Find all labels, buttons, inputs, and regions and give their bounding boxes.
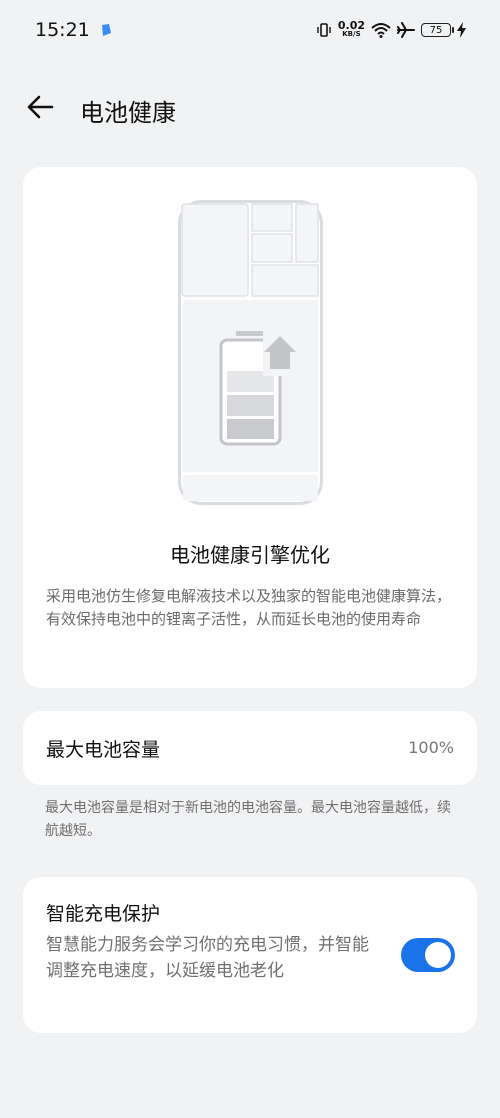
battery-level: 75 xyxy=(429,24,443,36)
airplane-icon xyxy=(397,22,415,38)
status-icons: 0.02 KB/S 75 xyxy=(316,18,466,42)
smart-charging-title: 智能充电保护 xyxy=(46,903,161,925)
max-capacity-value: 100% xyxy=(408,738,454,757)
charging-bolt-icon xyxy=(457,22,466,38)
smart-charging-card: 智能充电保护 智慧能力服务会学习你的充电习惯，并智能调整充电速度，以延缓电池老化 xyxy=(23,877,477,1033)
app-notification-icon xyxy=(102,24,111,36)
phone-battery-illustration xyxy=(178,200,323,505)
vibrate-icon xyxy=(317,23,331,37)
toggle-knob xyxy=(425,942,451,968)
hero-description: 采用电池仿生修复电解液技术以及独家的智能电池健康算法，有效保持电池中的锂离子活性… xyxy=(46,587,452,628)
smart-charging-toggle[interactable] xyxy=(401,938,455,972)
status-time: 15:21 xyxy=(35,19,90,41)
page-title: 电池健康 xyxy=(80,99,176,127)
hero-title: 电池健康引擎优化 xyxy=(170,543,330,567)
status-bar: 15:21 0.02 KB/S 75 xyxy=(0,0,500,60)
net-speed-unit: KB/S xyxy=(342,30,361,38)
net-speed: 0.02 KB/S xyxy=(337,19,365,39)
battery-engine-card: 电池健康引擎优化 采用电池仿生修复电解液技术以及独家的智能电池健康算法，有效保持… xyxy=(23,167,477,688)
net-speed-value: 0.02 xyxy=(337,19,365,32)
max-capacity-label: 最大电池容量 xyxy=(46,739,161,761)
back-arrow-icon[interactable] xyxy=(26,92,54,122)
page-header: 电池健康 xyxy=(0,84,500,132)
battery-icon: 75 xyxy=(421,23,454,37)
max-capacity-note: 最大电池容量是相对于新电池的电池容量。最大电池容量越低，续航越短。 xyxy=(45,800,451,839)
wifi-icon xyxy=(371,23,391,38)
max-capacity-row: 最大电池容量 100% xyxy=(23,711,477,785)
smart-charging-description: 智慧能力服务会学习你的充电习惯，并智能调整充电速度，以延缓电池老化 xyxy=(46,935,369,981)
